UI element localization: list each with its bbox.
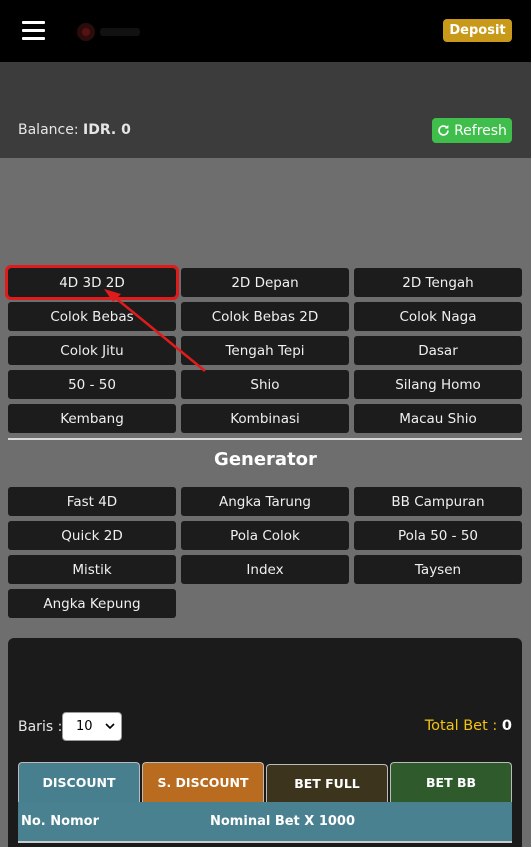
total-bet-label: Total Bet : [424, 718, 498, 734]
deposit-button[interactable]: Deposit [443, 19, 512, 42]
table-header: No. Nomor Nominal Bet X 1000 [18, 802, 512, 841]
generator-button[interactable]: Angka Kepung [8, 589, 176, 618]
column-header-nominal: Nominal Bet X 1000 [210, 814, 356, 829]
column-header-no-nomor: No. Nomor [21, 814, 99, 829]
generator-button[interactable]: Mistik [8, 555, 176, 584]
refresh-button[interactable]: Refresh [432, 118, 512, 143]
balance-value: IDR. 0 [83, 122, 131, 138]
game-type-button[interactable]: Kombinasi [181, 404, 349, 433]
baris-label: Baris : [18, 719, 63, 735]
game-type-button[interactable]: Colok Naga [354, 302, 522, 331]
site-logo[interactable] [74, 19, 144, 45]
refresh-icon [438, 124, 449, 136]
tab-discount[interactable]: DISCOUNT [18, 762, 140, 802]
balance-section: Balance: IDR. 0 Refresh [0, 62, 531, 158]
tab-s-discount[interactable]: S. DISCOUNT [142, 762, 264, 802]
column-header-no: No. [21, 814, 46, 829]
total-bet: Total Bet : 0 [425, 718, 512, 734]
generator-grid: Fast 4D Angka Tarung BB Campuran Quick 2D Po… [8, 487, 522, 618]
top-bar: Deposit [0, 0, 531, 62]
table-row-divider [18, 841, 512, 843]
game-type-button[interactable]: Tengah Tepi [181, 336, 349, 365]
column-header-nomor: Nomor [50, 814, 99, 829]
generator-title: Generator [214, 449, 317, 470]
game-type-button[interactable]: Colok Bebas 2D [181, 302, 349, 331]
game-type-button[interactable]: Shio [181, 370, 349, 399]
game-type-button[interactable]: Kembang [8, 404, 176, 433]
balance-label: Balance: [18, 122, 79, 138]
chevron-down-icon [105, 723, 115, 730]
game-type-button[interactable]: Silang Homo [354, 370, 522, 399]
menu-icon[interactable] [22, 21, 45, 40]
bet-tabs: DISCOUNT S. DISCOUNT BET FULL BET BB [18, 762, 512, 802]
game-type-button[interactable]: Colok Bebas [8, 302, 176, 331]
total-bet-value: 0 [501, 718, 512, 734]
generator-button[interactable]: Pola 50 - 50 [354, 521, 522, 550]
baris-value: 10 [76, 719, 93, 734]
game-type-button[interactable]: 4D 3D 2D [5, 265, 179, 300]
generator-button[interactable]: BB Campuran [354, 487, 522, 516]
generator-button[interactable]: Angka Tarung [181, 487, 349, 516]
game-type-button[interactable]: Colok Jitu [8, 336, 176, 365]
baris-select[interactable]: 10 [62, 712, 122, 741]
divider [8, 438, 522, 440]
game-type-button[interactable]: 50 - 50 [8, 370, 176, 399]
game-type-grid: 4D 3D 2D 2D Depan 2D Tengah Colok Bebas Colo… [5, 265, 522, 433]
game-type-button[interactable]: Macau Shio [354, 404, 522, 433]
generator-button[interactable]: Fast 4D [8, 487, 176, 516]
generator-button[interactable]: Index [181, 555, 349, 584]
generator-button[interactable]: Pola Colok [181, 521, 349, 550]
generator-button[interactable]: Quick 2D [8, 521, 176, 550]
game-type-button[interactable]: 2D Tengah [354, 268, 522, 297]
tab-bet-full[interactable]: BET FULL [266, 764, 388, 802]
game-type-button[interactable]: 2D Depan [181, 268, 349, 297]
bet-panel: Baris : 10 Total Bet : 0 DISCOUNT S. DIS… [8, 638, 522, 847]
generator-button[interactable]: Taysen [354, 555, 522, 584]
refresh-label: Refresh [454, 122, 507, 139]
game-type-button[interactable]: Dasar [354, 336, 522, 365]
balance-display: Balance: IDR. 0 [18, 122, 131, 138]
tab-bet-bb[interactable]: BET BB [390, 762, 512, 802]
